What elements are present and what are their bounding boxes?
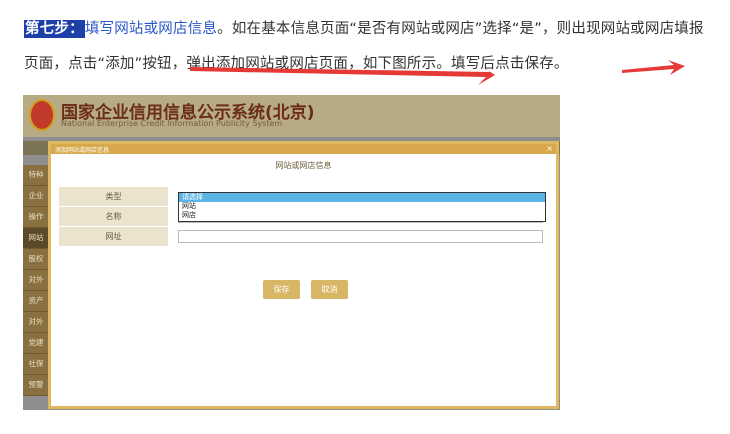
add-website-modal: 添加网站或网店信息 × 网站或网店信息 类型 名称 网址 请选择 网站 网店 保… — [48, 141, 559, 409]
url-label: 网址 — [59, 227, 168, 246]
url-input[interactable] — [178, 230, 543, 243]
modal-title: 添加网站或网店信息 — [55, 147, 110, 154]
sidebar-item-website[interactable]: 网站 — [23, 228, 49, 249]
dropdown-option[interactable]: 网店 — [179, 211, 545, 220]
url-row: 网址 — [59, 227, 543, 246]
red-arrow-icon — [190, 65, 495, 85]
sidebar-item[interactable]: 预警 — [23, 375, 49, 396]
cancel-button[interactable]: 取消 — [311, 280, 348, 299]
step-label: 第七步： — [24, 20, 85, 38]
modal-heading: 网站或网店信息 — [275, 161, 332, 170]
modal-titlebar: 添加网站或网店信息 × — [51, 144, 556, 154]
step-title: 填写网站或网店信息 — [84, 21, 218, 37]
sidebar-item[interactable]: 操作 — [23, 207, 49, 228]
sidebar: 特种 企业 操作 网站 股权 对外 资产 对外 党建 社保 预警 — [23, 165, 49, 405]
dropdown-option[interactable]: 网站 — [179, 202, 545, 211]
site-banner: 国家企业信用信息公示系统(北京) National Enterprise Cre… — [23, 95, 560, 137]
national-emblem-icon — [29, 99, 55, 131]
sidebar-item[interactable]: 对外 — [23, 312, 49, 333]
save-button[interactable]: 保存 — [263, 280, 300, 299]
sidebar-item[interactable]: 党建 — [23, 333, 49, 354]
sidebar-item[interactable]: 社保 — [23, 354, 49, 375]
type-select-dropdown[interactable]: 请选择 网站 网店 — [178, 192, 546, 222]
embedded-screenshot: 国家企业信用信息公示系统(北京) National Enterprise Cre… — [23, 95, 560, 410]
sidebar-item[interactable]: 特种 — [23, 165, 49, 186]
red-arrow-icon-2 — [622, 60, 685, 75]
sidebar-item[interactable]: 企业 — [23, 186, 49, 207]
sidebar-item[interactable]: 股权 — [23, 249, 49, 270]
sidebar-item[interactable]: 资产 — [23, 291, 49, 312]
name-label: 名称 — [59, 207, 168, 226]
type-label: 类型 — [59, 187, 168, 206]
close-icon[interactable]: × — [546, 144, 553, 154]
sidebar-item[interactable]: 对外 — [23, 270, 49, 291]
banner-subtitle: National Enterprise Credit Information P… — [61, 119, 283, 128]
dropdown-option[interactable]: 请选择 — [179, 193, 545, 202]
